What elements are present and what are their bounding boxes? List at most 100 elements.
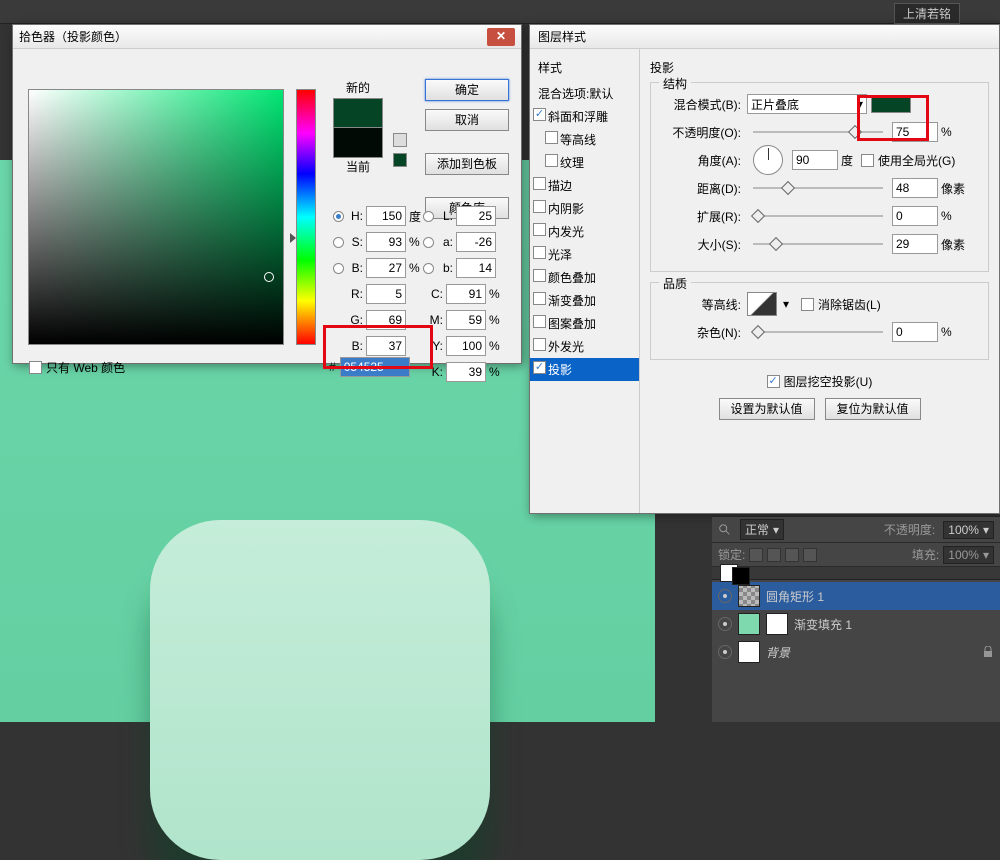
radio-s[interactable] xyxy=(333,237,344,248)
close-icon[interactable]: ✕ xyxy=(487,28,515,46)
new-label: 新的 xyxy=(328,79,388,96)
mask-thumb[interactable] xyxy=(766,613,788,635)
m-input[interactable] xyxy=(446,310,486,330)
style-item-dropshadow[interactable]: 投影 xyxy=(530,358,639,381)
web-only-label: 只有 Web 颜色 xyxy=(46,359,125,376)
style-item[interactable]: 描边 xyxy=(530,174,639,197)
visibility-icon[interactable] xyxy=(718,617,732,631)
color-picker-dialog: 拾色器（投影颜色） ✕ 新的 当前 确定 取消 添加到色板 颜色库 H:度 S:… xyxy=(12,24,522,364)
layer-row[interactable]: 圆角矩形 1 xyxy=(712,582,1000,610)
layer-fill[interactable]: 100% ▾ xyxy=(943,546,994,564)
user-badge: 上清若铭 xyxy=(894,3,960,24)
lock-transparency-icon[interactable] xyxy=(749,548,763,562)
h-input[interactable] xyxy=(366,206,406,226)
style-item[interactable]: 内发光 xyxy=(530,220,639,243)
c-input[interactable] xyxy=(446,284,486,304)
visibility-icon[interactable] xyxy=(718,645,732,659)
layer-style-dialog: 图层样式 样式 混合选项:默认 斜面和浮雕 等高线 纹理 描边 内阴影 内发光 … xyxy=(529,24,1000,514)
blend-mode-select[interactable]: 正片叠底▾ xyxy=(747,94,867,114)
layers-panel: 正常 ▾ 不透明度: 100% ▾ 锁定: 填充: 100% ▾ 圆角矩形 1 … xyxy=(712,516,1000,722)
layer-row[interactable]: 渐变填充 1 xyxy=(712,610,1000,638)
web-only-checkbox[interactable] xyxy=(29,361,42,374)
knockout-checkbox[interactable] xyxy=(767,375,780,388)
layer-thumb[interactable] xyxy=(738,641,760,663)
radio-l[interactable] xyxy=(423,211,434,222)
spread-input[interactable] xyxy=(892,206,938,226)
reset-default-button[interactable]: 复位为默认值 xyxy=(825,398,921,420)
cancel-button[interactable]: 取消 xyxy=(425,109,509,131)
global-light-checkbox[interactable] xyxy=(861,154,874,167)
style-item[interactable]: 图案叠加 xyxy=(530,312,639,335)
chevron-down-icon: ▾ xyxy=(773,523,779,537)
s-input[interactable] xyxy=(366,232,406,252)
a-input[interactable] xyxy=(456,232,496,252)
layer-name[interactable]: 圆角矩形 1 xyxy=(766,588,824,605)
rounded-rect-shape xyxy=(150,520,490,860)
layer-name[interactable]: 渐变填充 1 xyxy=(794,616,852,633)
dialog-titlebar[interactable]: 拾色器（投影颜色） ✕ xyxy=(13,25,521,49)
structure-group: 结构 混合模式(B): 正片叠底▾ 不透明度(O): % 角度(A): 度 使用… xyxy=(650,82,989,272)
l-input[interactable] xyxy=(456,206,496,226)
hue-slider[interactable] xyxy=(296,89,316,345)
style-item[interactable]: 光泽 xyxy=(530,243,639,266)
b-input[interactable] xyxy=(366,258,406,278)
new-color-swatch[interactable] xyxy=(333,98,383,128)
quality-group: 品质 等高线: ▾ 消除锯齿(L) 杂色(N): % xyxy=(650,282,989,360)
search-icon[interactable] xyxy=(718,523,732,537)
chip xyxy=(732,567,750,585)
current-label: 当前 xyxy=(328,158,388,175)
layer-name[interactable]: 背景 xyxy=(766,644,790,661)
angle-dial[interactable] xyxy=(753,145,783,175)
set-default-button[interactable]: 设置为默认值 xyxy=(719,398,815,420)
layer-thumb[interactable] xyxy=(738,585,760,607)
radio-a[interactable] xyxy=(423,237,434,248)
radio-b[interactable] xyxy=(333,263,344,274)
distance-input[interactable] xyxy=(892,178,938,198)
dialog-titlebar[interactable]: 图层样式 xyxy=(530,25,999,49)
style-item[interactable]: 斜面和浮雕 xyxy=(530,105,639,128)
style-item[interactable]: 外发光 xyxy=(530,335,639,358)
hue-cursor[interactable] xyxy=(290,233,296,243)
style-list-header: 样式 xyxy=(530,57,639,82)
size-input[interactable] xyxy=(892,234,938,254)
layer-opacity[interactable]: 100% ▾ xyxy=(943,521,994,539)
layer-thumb[interactable] xyxy=(738,613,760,635)
chevron-down-icon[interactable]: ▾ xyxy=(783,297,789,311)
r-input[interactable] xyxy=(366,284,406,304)
contour-picker[interactable] xyxy=(747,292,777,316)
lock-icon xyxy=(982,646,994,658)
spread-slider[interactable] xyxy=(753,208,883,224)
ok-button[interactable]: 确定 xyxy=(425,79,509,101)
radio-h[interactable] xyxy=(333,211,344,222)
antialias-checkbox[interactable] xyxy=(801,298,814,311)
layer-row[interactable]: 背景 xyxy=(712,638,1000,666)
radio-bb[interactable] xyxy=(423,263,434,274)
k-input[interactable] xyxy=(446,362,486,382)
noise-slider[interactable] xyxy=(753,324,883,340)
distance-slider[interactable] xyxy=(753,180,883,196)
style-item[interactable]: 内阴影 xyxy=(530,197,639,220)
lab-b-input[interactable] xyxy=(456,258,496,278)
y-input[interactable] xyxy=(446,336,486,356)
sb-cursor[interactable] xyxy=(264,272,274,282)
angle-input[interactable] xyxy=(792,150,838,170)
annotation-box xyxy=(323,325,433,369)
style-item[interactable]: 混合选项:默认 xyxy=(530,82,639,105)
lock-position-icon[interactable] xyxy=(785,548,799,562)
current-color-swatch[interactable] xyxy=(333,128,383,158)
size-slider[interactable] xyxy=(753,236,883,252)
websafe-swatch[interactable] xyxy=(393,153,407,167)
style-item[interactable]: 纹理 xyxy=(530,151,639,174)
visibility-icon[interactable] xyxy=(718,589,732,603)
add-swatch-button[interactable]: 添加到色板 xyxy=(425,153,509,175)
blend-mode-select[interactable]: 正常 ▾ xyxy=(740,519,784,540)
saturation-brightness-field[interactable] xyxy=(28,89,284,345)
cube-icon[interactable] xyxy=(393,133,407,147)
lock-all-icon[interactable] xyxy=(803,548,817,562)
style-list: 样式 混合选项:默认 斜面和浮雕 等高线 纹理 描边 内阴影 内发光 光泽 颜色… xyxy=(530,49,640,513)
noise-input[interactable] xyxy=(892,322,938,342)
style-item[interactable]: 渐变叠加 xyxy=(530,289,639,312)
style-item[interactable]: 等高线 xyxy=(530,128,639,151)
style-item[interactable]: 颜色叠加 xyxy=(530,266,639,289)
lock-pixels-icon[interactable] xyxy=(767,548,781,562)
